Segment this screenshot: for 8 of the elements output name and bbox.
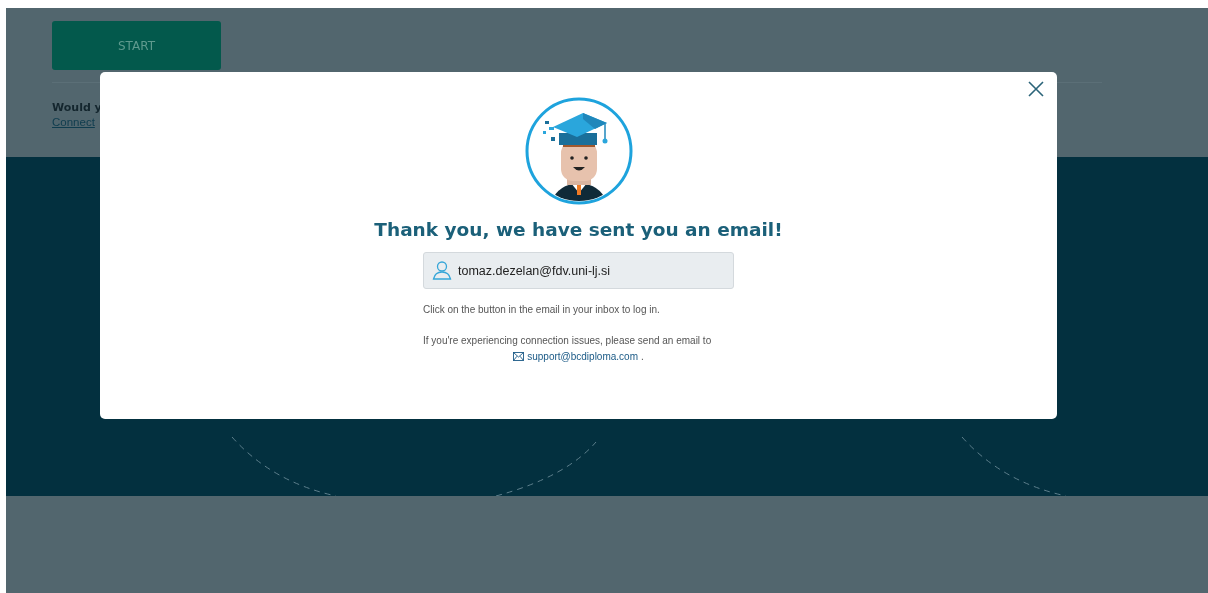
support-text: If you're experiencing connection issues, please send an email to <box>423 335 713 346</box>
period-text: . <box>641 351 644 362</box>
support-email-link[interactable]: support@bcdiploma.com <box>527 351 638 362</box>
envelope-icon <box>513 352 525 361</box>
email-field[interactable]: tomaz.dezelan@fdv.uni-lj.si <box>423 252 734 289</box>
instruction-text: Click on the button in the email in your inbox to log in. <box>423 304 661 315</box>
dialog-title: Thank you, we have sent you an email! <box>374 219 783 240</box>
close-icon <box>1028 81 1044 97</box>
